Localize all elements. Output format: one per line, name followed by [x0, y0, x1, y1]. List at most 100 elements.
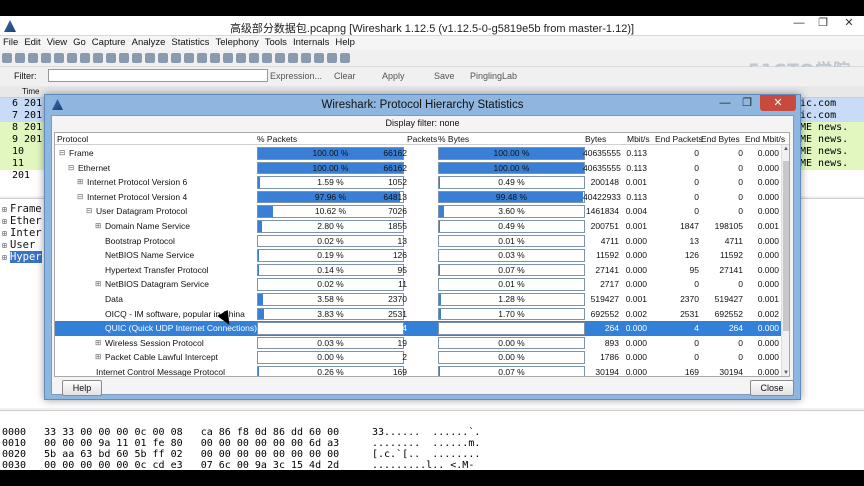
zoom-out-icon[interactable]	[249, 53, 259, 63]
capture-filters-icon[interactable]	[288, 53, 298, 63]
column-header-end-packets[interactable]: End Packets	[655, 133, 703, 145]
options-icon[interactable]	[15, 53, 25, 63]
menu-tools[interactable]: Tools	[262, 36, 290, 50]
open-file-icon[interactable]	[67, 53, 77, 63]
menu-analyze[interactable]: Analyze	[129, 36, 169, 50]
dialog-maximize-button[interactable]: ❐	[736, 96, 758, 111]
zoom-in-icon[interactable]	[236, 53, 246, 63]
close-file-icon[interactable]	[93, 53, 103, 63]
go-back-icon[interactable]	[145, 53, 155, 63]
pinglinglab-button[interactable]: PinglingLab	[470, 71, 517, 81]
colorize-icon[interactable]	[210, 53, 220, 63]
expand-icon[interactable]: ⊞	[77, 175, 83, 190]
dialog-close-icon[interactable]: ✕	[760, 95, 796, 111]
coloring-rules-icon[interactable]	[314, 53, 324, 63]
autoscroll-icon[interactable]	[223, 53, 233, 63]
detail-node-ip[interactable]: ⊞ Inter	[0, 227, 44, 239]
table-row[interactable]: QUIC (Quick UDP Internet Connections) 0.0…	[55, 321, 783, 336]
packet-row-info[interactable]: ME news.	[800, 134, 864, 146]
collapse-icon[interactable]: ⊟	[68, 161, 74, 176]
packet-row-info[interactable]: ME news.	[800, 122, 864, 134]
table-row[interactable]: ⊞ NetBIOS Datagram Service 0.02 % 11 0.01 % 2…	[55, 277, 783, 292]
column-header-protocol[interactable]: Protocol	[57, 133, 88, 145]
close-window-button[interactable]: ✕	[838, 16, 860, 32]
column-header-end-bytes[interactable]: End Bytes	[701, 133, 740, 145]
scroll-down-icon[interactable]: ▼	[782, 369, 789, 376]
packet-row-info[interactable]: ME news.	[800, 158, 864, 170]
collapse-icon[interactable]: ⊟	[59, 146, 65, 161]
packet-row[interactable]: 11 201	[0, 158, 48, 181]
stop-capture-icon[interactable]	[41, 53, 51, 63]
display-filters-icon[interactable]	[301, 53, 311, 63]
detail-node-udp[interactable]: ⊞ User	[0, 239, 44, 251]
column-header-mbit[interactable]: Mbit/s	[627, 133, 650, 145]
packet-row-info[interactable]: ic.com	[800, 98, 864, 110]
packet-row-info[interactable]: ic.com	[800, 110, 864, 122]
reload-icon[interactable]	[106, 53, 116, 63]
last-packet-icon[interactable]	[197, 53, 207, 63]
scroll-up-icon[interactable]: ▲	[782, 145, 789, 153]
expand-icon[interactable]: ⊞	[95, 336, 101, 351]
clear-button[interactable]: Clear	[334, 71, 356, 81]
detail-node-http[interactable]: ⊞ Hyper	[0, 251, 44, 263]
column-header-pct-bytes[interactable]: % Bytes	[438, 133, 469, 145]
column-header-end-mbit[interactable]: End Mbit/s	[745, 133, 785, 145]
detail-node-ethernet[interactable]: ⊞ Ether	[0, 215, 44, 227]
packet-row[interactable]: 8 201	[0, 122, 48, 134]
column-header-pct-packets[interactable]: % Packets	[257, 133, 297, 145]
menu-edit[interactable]: Edit	[21, 36, 43, 50]
save-file-icon[interactable]	[80, 53, 90, 63]
packet-row[interactable]: 7 201	[0, 110, 48, 122]
table-row[interactable]: Internet Control Message Protocol 0.26 % 1…	[55, 365, 783, 376]
column-header-bytes[interactable]: Bytes	[585, 133, 606, 145]
expand-icon[interactable]: ⊞	[2, 252, 10, 264]
hex-dump-pane[interactable]: 0000 33 33 00 00 00 0c 00 08 ca 86 f8 0d…	[0, 410, 864, 471]
packet-row-info[interactable]: ME news.	[800, 146, 864, 158]
packet-row[interactable]: 6 201	[0, 98, 48, 110]
dialog-minimize-button[interactable]: —	[714, 96, 736, 111]
go-forward-icon[interactable]	[158, 53, 168, 63]
interfaces-icon[interactable]	[2, 53, 12, 63]
menu-file[interactable]: File	[0, 36, 21, 50]
menu-go[interactable]: Go	[70, 36, 89, 50]
table-row[interactable]: OICQ - IM software, popular in China 3.83…	[55, 307, 783, 322]
table-row[interactable]: Bootstrap Protocol 0.02 % 13 0.01 % 4711 0.00…	[55, 234, 783, 249]
table-row[interactable]: ⊟ Internet Protocol Version 4 97.96 % 64813…	[55, 190, 783, 205]
dialog-title-bar[interactable]: Wireshark: Protocol Hierarchy Statistics…	[45, 95, 800, 115]
expression-button[interactable]: Expression...	[270, 71, 322, 81]
menu-view[interactable]: View	[44, 36, 70, 50]
menu-statistics[interactable]: Statistics	[168, 36, 212, 50]
help-icon[interactable]	[340, 53, 350, 63]
table-row[interactable]: ⊞ Packet Cable Lawful Intercept 0.00 % 2 0.0…	[55, 350, 783, 365]
table-row[interactable]: Hypertext Transfer Protocol 0.14 % 95 0.07 …	[55, 263, 783, 278]
table-row[interactable]: ⊞ Wireless Session Protocol 0.03 % 19 0.00 %…	[55, 336, 783, 351]
menu-telephony[interactable]: Telephony	[212, 36, 261, 50]
table-row[interactable]: ⊟ Frame 100.00 % 66162 100.00 % 40635555 0.113…	[55, 146, 783, 161]
column-header-packets[interactable]: Packets	[407, 133, 437, 145]
table-scrollbar[interactable]: ▲ ▼	[781, 145, 789, 376]
save-filter-button[interactable]: Save	[434, 71, 455, 81]
collapse-icon[interactable]: ⊟	[77, 190, 83, 205]
menu-internals[interactable]: Internals	[290, 36, 332, 50]
help-button[interactable]: Help	[62, 380, 102, 396]
menu-capture[interactable]: Capture	[89, 36, 129, 50]
expand-icon[interactable]: ⊞	[95, 277, 101, 292]
scrollbar-thumb[interactable]	[783, 161, 789, 331]
collapse-icon[interactable]: ⊟	[86, 204, 92, 219]
packet-row[interactable]: 10 201	[0, 146, 48, 169]
print-icon[interactable]	[119, 53, 129, 63]
filter-input[interactable]	[48, 69, 268, 82]
normal-size-icon[interactable]	[262, 53, 272, 63]
go-to-packet-icon[interactable]	[171, 53, 181, 63]
start-capture-icon[interactable]	[28, 53, 38, 63]
expand-icon[interactable]: ⊞	[95, 219, 101, 234]
maximize-button[interactable]: ❐	[812, 16, 834, 32]
expand-icon[interactable]: ⊞	[95, 350, 101, 365]
hierarchy-table[interactable]: Protocol % Packets Packets % Bytes Bytes…	[54, 132, 790, 377]
first-packet-icon[interactable]	[184, 53, 194, 63]
table-row[interactable]: ⊞ Domain Name Service 2.80 % 1855 0.49 % 2007…	[55, 219, 783, 234]
table-row[interactable]: ⊞ Internet Protocol Version 6 1.59 % 1052 0.…	[55, 175, 783, 190]
table-row[interactable]: ⊟ Ethernet 100.00 % 66162 100.00 % 40635555 0.…	[55, 161, 783, 176]
detail-node-frame[interactable]: ⊞ Frame	[0, 203, 44, 215]
table-row[interactable]: NetBIOS Name Service 0.19 % 126 0.03 % 11592…	[55, 248, 783, 263]
